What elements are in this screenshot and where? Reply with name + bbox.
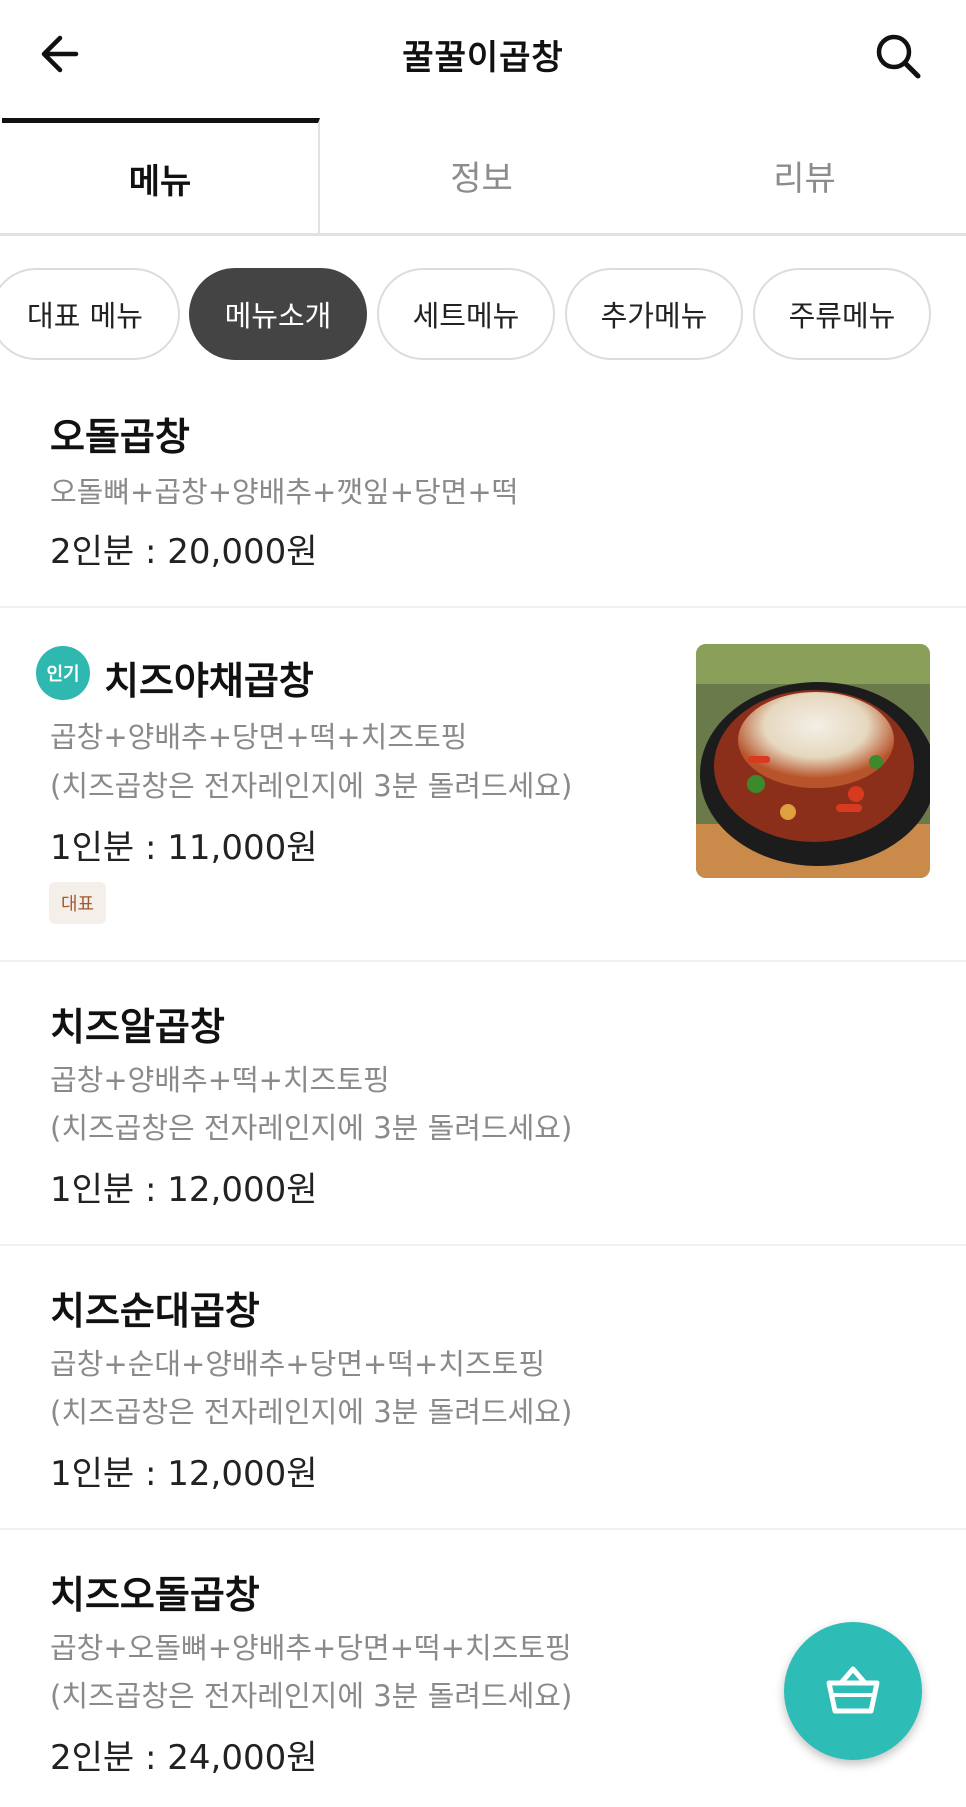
menu-item-note: (치즈곱창은 전자레인지에 3분 돌려드세요) [50, 1111, 573, 1145]
chip-extra-menu[interactable]: 추가메뉴 [565, 268, 743, 360]
menu-item-photo[interactable] [696, 644, 930, 878]
menu-item-price: 1인분 : 12,000원 [50, 1454, 318, 1494]
menu-item-price: 2인분 : 24,000원 [50, 1738, 318, 1778]
menu-item-price: 1인분 : 11,000원 [50, 828, 318, 868]
menu-item-price: 2인분 : 20,000원 [50, 532, 318, 572]
tab-reviews[interactable]: 리뷰 [643, 118, 966, 233]
store-title: 꿀꿀이곱창 [402, 38, 564, 78]
search-button[interactable] [870, 28, 926, 84]
cart-button[interactable] [784, 1622, 922, 1760]
chip-menu-intro[interactable]: 메뉴소개 [189, 268, 367, 360]
menu-item-description: 곱창+양배추+떡+치즈토핑 [50, 1063, 390, 1097]
tab-bar: 메뉴 정보 리뷰 [0, 118, 966, 236]
menu-item[interactable]: 오돌곱창 오돌뼈+곱창+양배추+깻잎+당면+떡 2인분 : 20,000원 [0, 364, 966, 608]
menu-item[interactable]: 인기 치즈야채곱창 곱창+양배추+당면+떡+치즈토핑 (치즈곱창은 전자레인지에… [0, 608, 966, 962]
menu-item-note: (치즈곱창은 전자레인지에 3분 돌려드세요) [50, 1395, 573, 1429]
menu-item-price: 1인분 : 12,000원 [50, 1170, 318, 1210]
app-header: 꿀꿀이곱창 [0, 0, 966, 110]
chip-set-menu[interactable]: 세트메뉴 [377, 268, 555, 360]
menu-item-description: 곱창+순대+양배추+당면+떡+치즈토핑 [50, 1347, 546, 1381]
chip-drinks-menu[interactable]: 주류메뉴 [753, 268, 931, 360]
menu-item-name: 치즈알곱창 [50, 1005, 225, 1049]
menu-item-description: 오돌뼈+곱창+양배추+깻잎+당면+떡 [50, 475, 519, 509]
chip-featured-menu[interactable]: 대표 메뉴 [0, 268, 180, 360]
featured-tag: 대표 [49, 882, 107, 924]
menu-item-name: 오돌곱창 [50, 415, 190, 459]
menu-item-description: 곱창+양배추+당면+떡+치즈토핑 [50, 720, 468, 754]
food-image [696, 644, 930, 878]
menu-item-note: (치즈곱창은 전자레인지에 3분 돌려드세요) [50, 1679, 573, 1713]
menu-item-name: 치즈야채곱창 [104, 659, 314, 703]
category-chip-bar: 대표 메뉴 메뉴소개 세트메뉴 추가메뉴 주류메뉴 [0, 268, 966, 364]
popular-badge: 인기 [36, 646, 90, 700]
menu-item-description: 곱창+오돌뼈+양배추+당면+떡+치즈토핑 [50, 1631, 572, 1665]
search-icon [876, 34, 921, 79]
menu-item-name: 치즈순대곱창 [50, 1289, 260, 1333]
menu-item-note: (치즈곱창은 전자레인지에 3분 돌려드세요) [50, 769, 573, 803]
menu-item[interactable]: 치즈순대곱창 곱창+순대+양배추+당면+떡+치즈토핑 (치즈곱창은 전자레인지에… [0, 1246, 966, 1530]
tab-menu[interactable]: 메뉴 [2, 118, 320, 233]
tab-info[interactable]: 정보 [320, 118, 643, 233]
menu-item[interactable]: 치즈알곱창 곱창+양배추+떡+치즈토핑 (치즈곱창은 전자레인지에 3분 돌려드… [0, 962, 966, 1246]
menu-item-name: 치즈오돌곱창 [50, 1573, 260, 1617]
basket-icon [826, 1666, 880, 1714]
